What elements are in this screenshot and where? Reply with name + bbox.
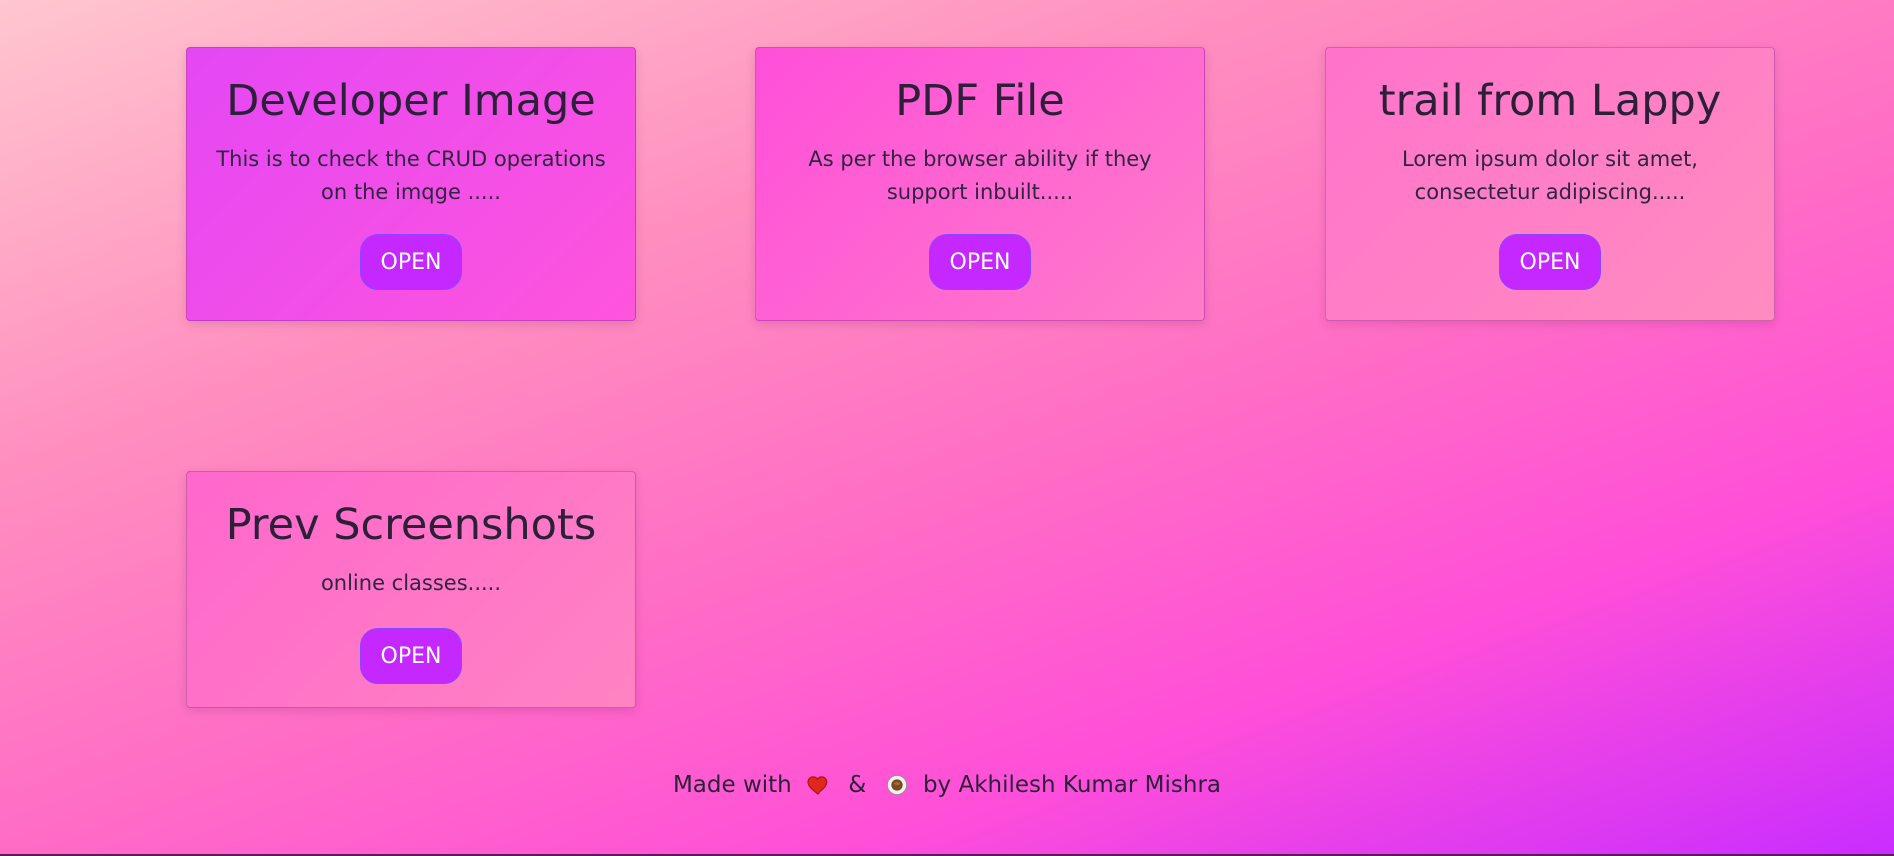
open-button[interactable]: OPEN [929,234,1031,291]
footer-ampersand: & [848,772,867,798]
card-title: PDF File [895,76,1065,126]
card-description: This is to check the CRUD operations on … [216,147,606,204]
open-button[interactable]: OPEN [360,627,462,684]
card-trail-from-lappy: trail from Lappy Lorem ipsum dolor sit a… [1325,47,1775,321]
card-title: Developer Image [226,76,596,126]
card-title: trail from Lappy [1378,76,1722,126]
card-prev-screenshots: Prev Screenshots online classes..... OPE… [186,471,636,708]
card-description: Lorem ipsum dolor sit amet, consectetur … [1402,147,1698,204]
footer: Made with & by Akhilesh Kumar Mishra [0,772,1894,798]
coffee-icon [886,774,908,796]
open-button[interactable]: OPEN [1499,234,1601,291]
footer-made-with: Made with [672,772,792,798]
heart-icon [807,775,829,795]
card-developer-image: Developer Image This is to check the CRU… [186,47,636,321]
open-button[interactable]: OPEN [360,234,462,291]
footer-by-text: by Akhilesh Kumar Mishra [922,772,1222,798]
card-grid: Developer Image This is to check the CRU… [0,0,1894,856]
card-pdf-file: PDF File As per the browser ability if t… [755,47,1205,321]
card-title: Prev Screenshots [225,500,597,550]
card-description: online classes..... [320,571,502,596]
card-description: As per the browser ability if they suppo… [808,147,1152,204]
